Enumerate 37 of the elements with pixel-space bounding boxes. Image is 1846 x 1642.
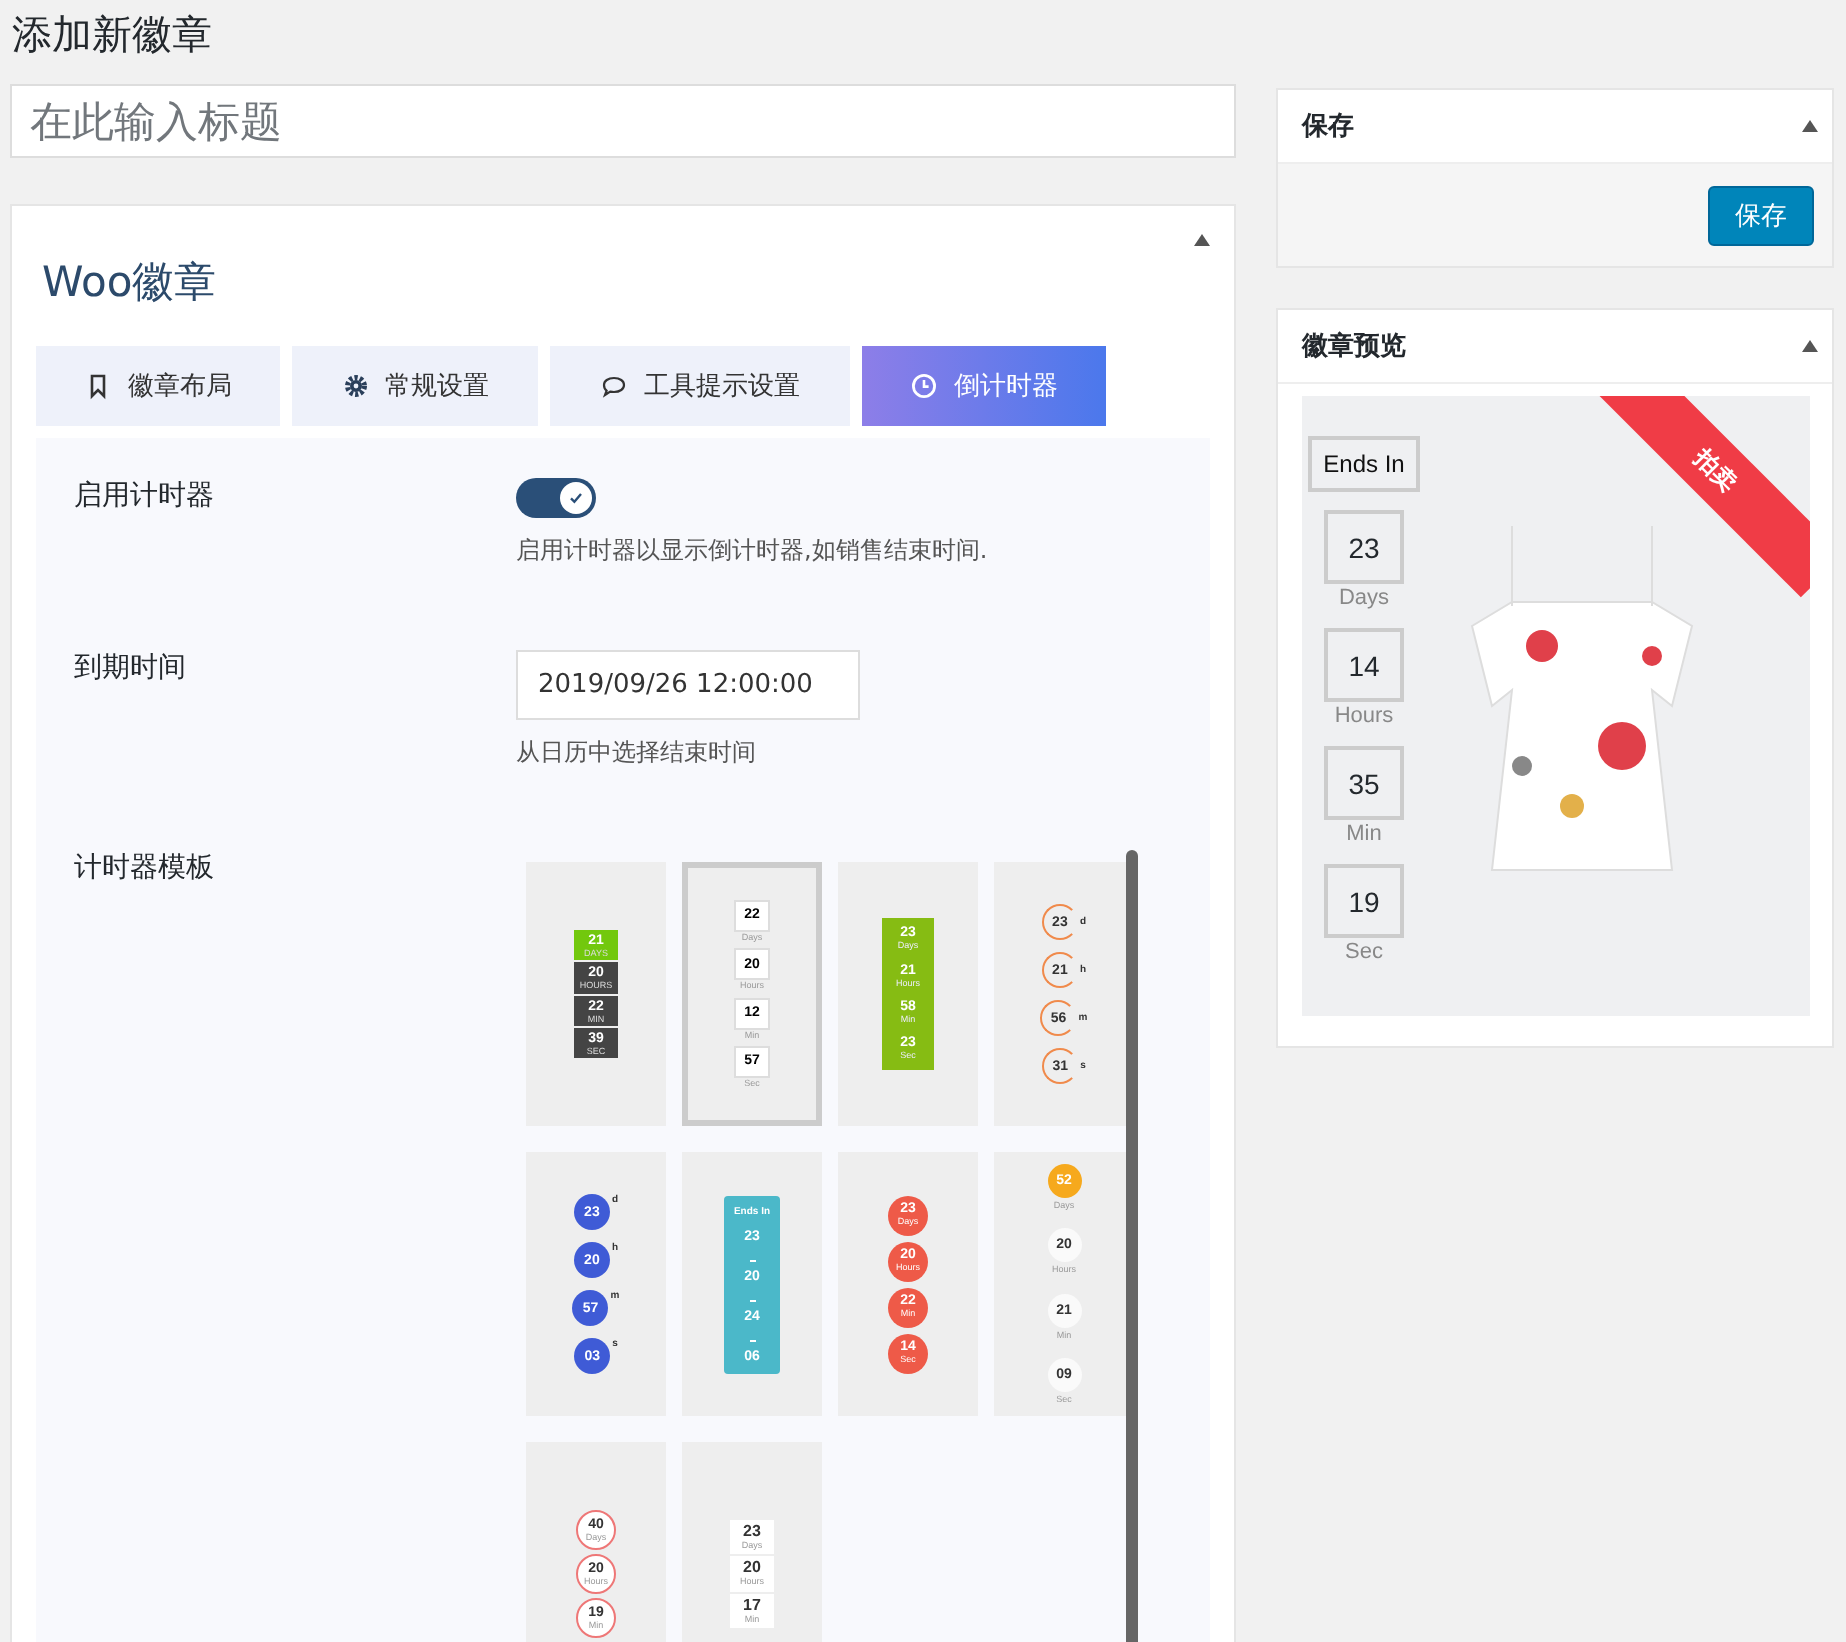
- clock-icon: [910, 372, 938, 400]
- field-label: 计时器模板: [74, 850, 216, 888]
- field-label: 到期时间: [74, 650, 188, 688]
- timer-value: 17: [743, 1597, 761, 1614]
- date-input[interactable]: 2019/09/26 12:00:00: [516, 650, 860, 720]
- countdown-header: Ends In: [1307, 436, 1421, 492]
- box-title: Woo徽章: [42, 256, 219, 310]
- countdown-value: 14: [1324, 628, 1404, 702]
- field-hint: 从日历中选择结束时间: [516, 736, 756, 770]
- tab[interactable]: 工具提示设置: [550, 346, 850, 426]
- collapse-toggle-icon[interactable]: [1194, 234, 1210, 246]
- timer-value: 20: [743, 1560, 761, 1577]
- box-title: 保存: [1302, 110, 1354, 144]
- countdown-unit-label: Min: [1346, 822, 1382, 846]
- countdown-value: 23: [1324, 510, 1404, 584]
- save-button[interactable]: 保存: [1708, 186, 1814, 246]
- scrollbar[interactable]: [1126, 850, 1138, 1642]
- tab[interactable]: 常规设置: [292, 346, 538, 426]
- toggle-switch[interactable]: [516, 478, 596, 518]
- countdown-unit-label: Sec: [1345, 940, 1383, 964]
- countdown-unit-label: Days: [1338, 586, 1390, 610]
- collapse-toggle-icon[interactable]: [1802, 340, 1818, 352]
- tab[interactable]: 倒计时器: [862, 346, 1106, 426]
- title-input[interactable]: 在此输入标题: [10, 84, 1236, 158]
- page-title: 添加新徽章: [12, 8, 214, 62]
- timer-value: 23: [743, 1523, 761, 1540]
- settings-icon: [341, 372, 369, 400]
- countdown-unit-label: Hours: [1334, 704, 1394, 728]
- collapse-toggle-icon[interactable]: [1802, 120, 1818, 132]
- field-hint: 启用计时器以显示倒计时器,如销售结束时间.: [516, 534, 988, 568]
- box-title: 徽章预览: [1302, 329, 1406, 364]
- countdown-value: 35: [1324, 746, 1404, 820]
- tab[interactable]: 徽章布局: [36, 346, 280, 426]
- field-label: 启用计时器: [74, 478, 216, 516]
- countdown-value: 19: [1324, 864, 1404, 938]
- speech-bubble-icon: [600, 372, 628, 400]
- check-icon: [568, 490, 584, 506]
